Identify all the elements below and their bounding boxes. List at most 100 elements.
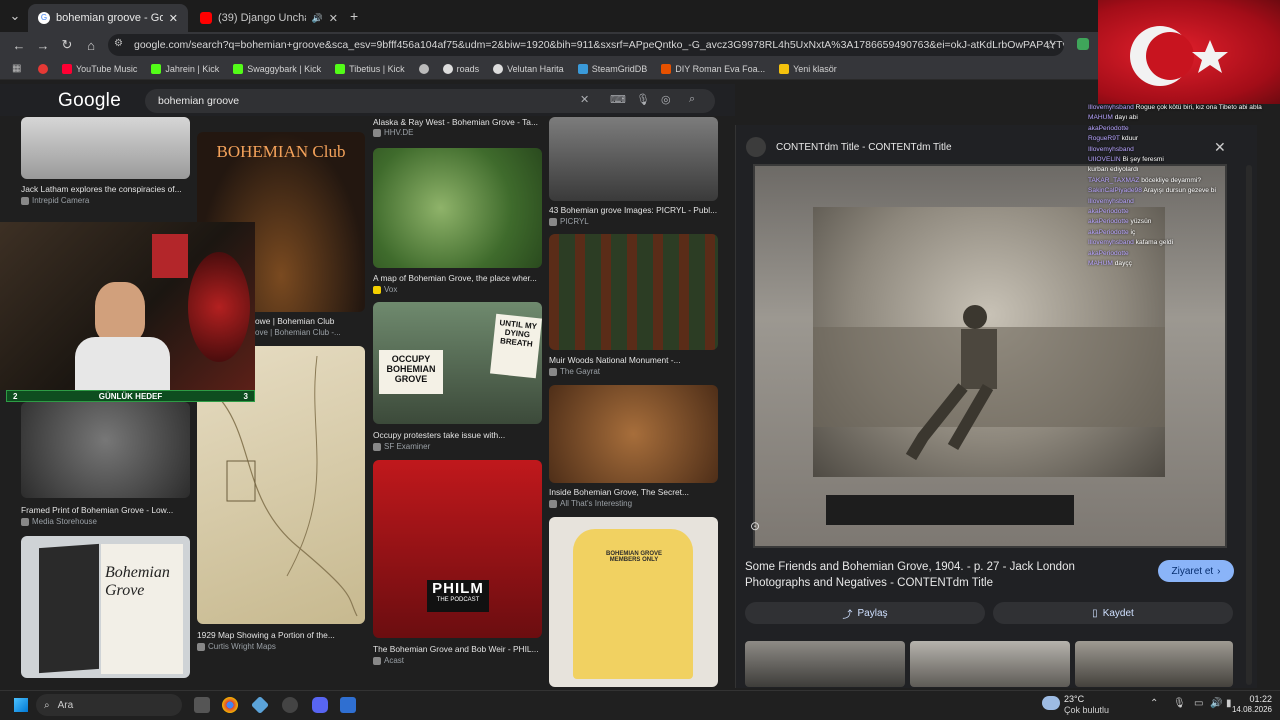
result-image[interactable]	[549, 117, 718, 201]
back-icon[interactable]: ←	[10, 36, 28, 54]
result-image[interactable]	[549, 385, 718, 483]
site-favicon-icon	[746, 137, 766, 157]
result-image[interactable]	[549, 234, 718, 350]
related-image[interactable]	[1075, 641, 1233, 687]
weather-desc[interactable]: Çok bulutlu	[1064, 705, 1109, 715]
weather-cloud-icon[interactable]	[1042, 696, 1060, 710]
bookmark-roads[interactable]: roads	[442, 63, 479, 74]
search-icon[interactable]: ⌕	[689, 93, 695, 106]
chat-username: akaPeriodotte	[1088, 218, 1131, 226]
task-view-icon[interactable]	[194, 697, 210, 713]
windows-start-icon[interactable]	[14, 698, 28, 712]
result-source[interactable]: ove | Bohemian Club -...	[255, 328, 341, 337]
result-image[interactable]: OCCUPY BOHEMIAN GROVE UNTIL MY DYING BRE…	[373, 302, 542, 424]
bookmark-velutan[interactable]: Velutan Harita	[493, 63, 564, 74]
home-icon[interactable]: ⌂	[82, 36, 100, 54]
panel-site-name[interactable]: CONTENTdm Title - CONTENTdm Title	[776, 142, 952, 153]
close-icon[interactable]: ✕	[329, 12, 338, 25]
volume-icon[interactable]: 🔊	[1210, 698, 1222, 709]
obs-icon[interactable]	[282, 697, 298, 713]
discord-icon[interactable]	[312, 697, 328, 713]
clear-icon[interactable]: ✕	[580, 93, 589, 106]
result-caption[interactable]: Occupy protesters take issue with...	[373, 430, 542, 440]
tab-youtube[interactable]: (39) Django Unchained Clip 🔊 ✕	[190, 4, 348, 32]
clock-date[interactable]: 14.08.2026	[1228, 705, 1272, 714]
related-image[interactable]	[745, 641, 905, 687]
result-image[interactable]: PHILM THE PODCAST	[373, 460, 542, 638]
close-icon[interactable]: ✕	[169, 12, 178, 25]
result-caption[interactable]: Inside Bohemian Grove, The Secret...	[549, 487, 718, 497]
result-caption[interactable]: Framed Print of Bohemian Grove - Low...	[21, 505, 190, 515]
save-button[interactable]: ▯ Kaydet	[993, 602, 1233, 624]
search-input[interactable]: bohemian groove	[145, 89, 715, 113]
result-image[interactable]: BOHEMIAN GROVE MEMBERS ONLY	[549, 517, 718, 687]
network-icon[interactable]: ▭	[1194, 698, 1203, 709]
chat-text: kurban ediyolardı	[1088, 166, 1139, 174]
result-source[interactable]: SF Examiner	[373, 442, 430, 451]
taskbar-search[interactable]: ⌕ Ara	[36, 694, 182, 716]
microphone-icon[interactable]: 🎙	[636, 93, 650, 106]
microphone-icon[interactable]: 🎙	[1173, 698, 1186, 709]
result-image[interactable]: Bohemian Grove	[21, 536, 190, 678]
bookmark-jahrein[interactable]: Jahrein | Kick	[151, 63, 219, 74]
related-image[interactable]	[910, 641, 1070, 687]
result-caption[interactable]: The Bohemian Grove and Bob Weir - PHIL..…	[373, 644, 542, 654]
source-favicon-icon	[21, 196, 29, 205]
chevron-up-icon[interactable]: ⌃	[1150, 698, 1158, 709]
result-caption[interactable]: Alaska & Ray West - Bohemian Grove - Ta.…	[373, 117, 542, 127]
result-source[interactable]: Vox	[373, 285, 397, 294]
apps-grid-icon[interactable]: ▦	[12, 63, 21, 74]
new-tab-button[interactable]: +	[350, 8, 358, 24]
source-favicon-icon	[549, 367, 557, 376]
weather-temp[interactable]: 23°C	[1064, 694, 1084, 704]
result-image[interactable]	[21, 402, 190, 498]
daily-goal-bar: 2 GÜNLÜK HEDEF 3	[6, 390, 255, 402]
bookmark-steamgriddb[interactable]: SteamGridDB	[577, 63, 647, 74]
globe-icon[interactable]	[418, 63, 429, 74]
youtube-bookmark-icon[interactable]	[38, 63, 48, 74]
clock-time[interactable]: 01:22	[1246, 694, 1272, 704]
result-caption[interactable]: A map of Bohemian Grove, the place wher.…	[373, 273, 542, 283]
lens-icon[interactable]: ◎	[661, 93, 671, 106]
result-caption[interactable]: Jack Latham explores the conspiracies of…	[21, 184, 190, 194]
result-source[interactable]: HHV.DE	[373, 128, 414, 137]
result-caption[interactable]: 1929 Map Showing a Portion of the...	[197, 630, 365, 640]
keyboard-icon[interactable]: ⌨	[610, 93, 626, 106]
address-bar[interactable]: google.com/search?q=bohemian+groove&sca_…	[108, 34, 1064, 56]
tab-search-chevron-icon[interactable]: ⌄	[6, 7, 24, 25]
result-source[interactable]: PICRYL	[549, 217, 589, 226]
result-source[interactable]: Acast	[373, 656, 404, 665]
result-caption[interactable]: 43 Bohemian grove Images: PICRYL - Publ.…	[549, 205, 718, 215]
forward-icon[interactable]: →	[34, 36, 52, 54]
source-favicon-icon	[21, 517, 29, 526]
result-image[interactable]	[21, 117, 190, 179]
result-source[interactable]: Media Storehouse	[21, 517, 97, 526]
extension-shield-icon[interactable]	[1077, 38, 1089, 50]
result-source[interactable]: Curtis Wright Maps	[197, 642, 276, 651]
result-source[interactable]: The Gayrat	[549, 367, 600, 376]
bookmark-tibetius[interactable]: Tibetius | Kick	[335, 63, 405, 74]
visit-button[interactable]: Ziyaret et ›	[1158, 560, 1234, 582]
result-caption[interactable]: owe | Bohemian Club	[255, 316, 365, 326]
result-image[interactable]	[373, 148, 542, 268]
bookmark-diy-roman[interactable]: DIY Roman Eva Foa...	[661, 63, 765, 74]
chrome-icon[interactable]	[222, 697, 238, 713]
bookmark-swaggybark[interactable]: Swaggybark | Kick	[233, 63, 321, 74]
photo-caption-strip	[826, 495, 1074, 525]
app-blue-icon[interactable]	[340, 697, 356, 713]
bookmark-youtube-music[interactable]: YouTube Music	[62, 63, 137, 74]
site-info-icon[interactable]: ⚙	[114, 38, 123, 49]
lens-search-icon[interactable]: ⊙	[750, 519, 760, 533]
bookmark-yeni-klasor[interactable]: Yeni klasör	[779, 63, 837, 74]
reload-icon[interactable]: ↻	[58, 36, 76, 54]
result-caption[interactable]: Muir Woods National Monument -...	[549, 355, 718, 365]
share-button[interactable]: ⤴ Paylaş	[745, 602, 985, 624]
panel-title[interactable]: Some Friends and Bohemian Grove, 1904. -…	[745, 559, 1095, 591]
speaker-icon[interactable]: 🔊	[312, 13, 323, 24]
chat-message: MAHUM dayı abi	[1088, 114, 1138, 121]
result-source[interactable]: All That's Interesting	[549, 499, 632, 508]
bookmark-star-icon[interactable]: ☆	[1042, 36, 1060, 54]
result-source[interactable]: Intrepid Camera	[21, 196, 89, 205]
google-logo[interactable]: Google	[58, 90, 121, 112]
tab-google-search[interactable]: G bohemian groove - Google'da A ✕	[28, 4, 188, 32]
